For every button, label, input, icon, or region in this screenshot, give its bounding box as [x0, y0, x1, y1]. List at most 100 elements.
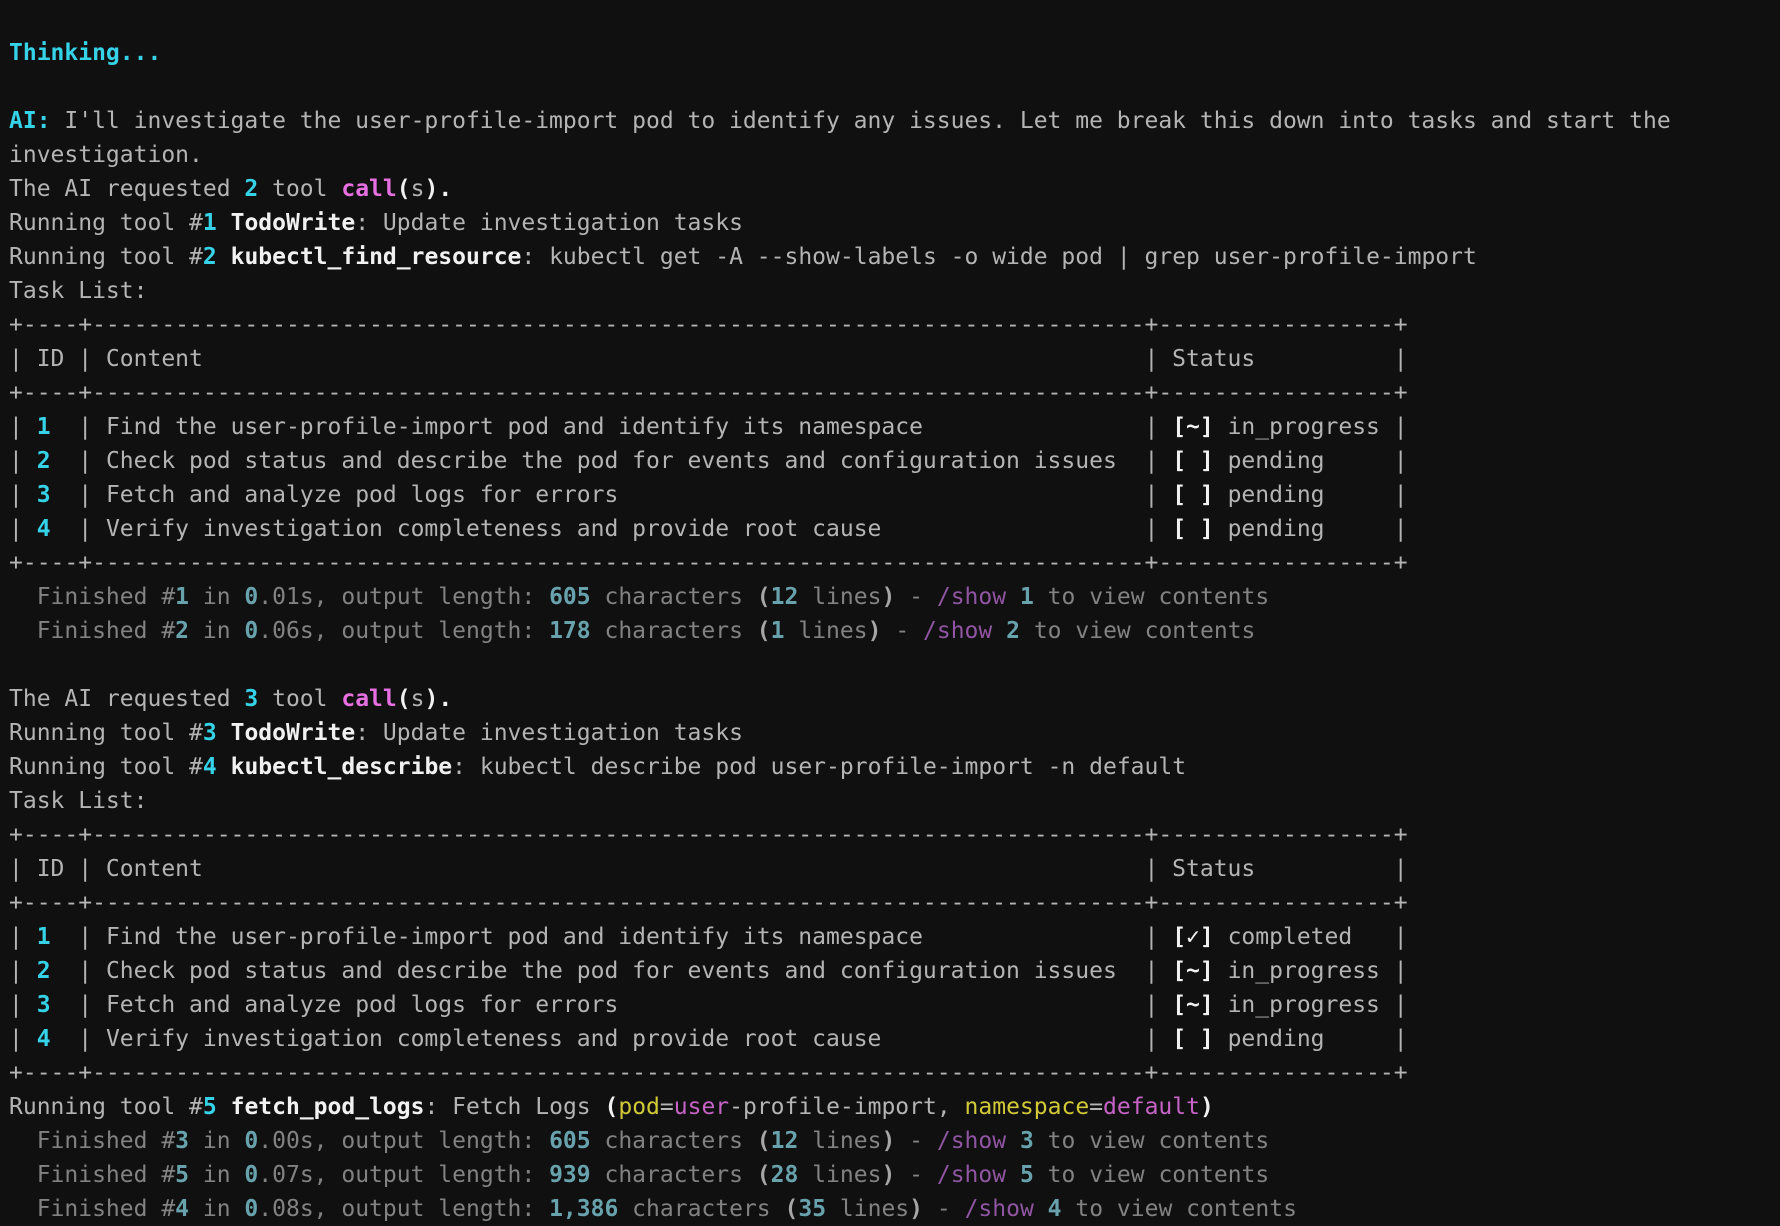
text-segment: Task List: — [9, 788, 147, 814]
text-segment: The AI requested — [9, 176, 244, 202]
terminal-line: AI: I'll investigate the user-profile-im… — [9, 104, 1780, 138]
text-segment: +----+----------------------------------… — [9, 1060, 1408, 1086]
text-segment: Finished # — [9, 1128, 175, 1154]
text-segment: ) — [881, 1162, 895, 1188]
text-segment: | Verify investigation completeness and … — [51, 1026, 1173, 1052]
text-segment — [1006, 1128, 1020, 1154]
text-segment: ) — [909, 1196, 923, 1222]
text-segment: [ ] — [1172, 1026, 1214, 1052]
terminal-output[interactable]: Thinking...AI: I'll investigate the user… — [0, 0, 1780, 1224]
text-segment: | Fetch and analyze pod logs for errors … — [51, 482, 1173, 508]
text-segment: 605 — [549, 1128, 591, 1154]
text-segment: 3 — [203, 720, 217, 746]
text-segment: ) — [1200, 1094, 1214, 1120]
text-segment: Running tool # — [9, 210, 203, 236]
text-segment: | — [9, 1026, 37, 1052]
text-segment: | ID | Content | Status | — [9, 346, 1408, 372]
text-segment: ( — [397, 686, 411, 712]
text-segment: .01s, output length: — [258, 584, 549, 610]
terminal-line: Running tool #2 kubectl_find_resource: k… — [9, 240, 1780, 274]
terminal-line: Running tool #4 kubectl_describe: kubect… — [9, 750, 1780, 784]
text-segment: | Find the user-profile-import pod and i… — [51, 414, 1173, 440]
terminal-line: investigation. — [9, 138, 1780, 172]
text-segment: characters — [591, 618, 757, 644]
text-segment: 3 — [37, 482, 51, 508]
text-segment: | — [9, 448, 37, 474]
text-segment: | ID | Content | Status | — [9, 856, 1408, 882]
text-segment: +----+----------------------------------… — [9, 890, 1408, 916]
text-segment: characters — [591, 1162, 757, 1188]
text-segment: pending | — [1214, 516, 1408, 542]
text-segment: 4 — [203, 754, 217, 780]
text-segment — [217, 754, 231, 780]
text-segment: s — [411, 686, 425, 712]
terminal-line: Finished #5 in 0.07s, output length: 939… — [9, 1158, 1780, 1192]
text-segment: 939 — [549, 1162, 591, 1188]
text-segment: [~] — [1172, 992, 1214, 1018]
text-segment: ( — [757, 584, 771, 610]
text-segment: to view contents — [1020, 618, 1255, 644]
text-segment: | — [9, 924, 37, 950]
text-segment: 4 — [175, 1196, 189, 1222]
text-segment: 2 — [203, 244, 217, 270]
terminal-line: Finished #1 in 0.01s, output length: 605… — [9, 580, 1780, 614]
terminal-line: | 2 | Check pod status and describe the … — [9, 444, 1780, 478]
text-segment: 35 — [798, 1196, 826, 1222]
text-segment: characters — [591, 1128, 757, 1154]
text-segment: - — [895, 1162, 937, 1188]
text-segment: call — [341, 176, 396, 202]
text-segment: 4 — [1048, 1196, 1062, 1222]
text-segment: : Fetch Logs — [424, 1094, 604, 1120]
text-segment: 0 — [244, 1196, 258, 1222]
text-segment: to view contents — [1062, 1196, 1297, 1222]
terminal-line: | 4 | Verify investigation completeness … — [9, 1022, 1780, 1056]
text-segment: 5 — [203, 1094, 217, 1120]
text-segment: +----+----------------------------------… — [9, 550, 1408, 576]
text-segment: Finished # — [9, 1162, 175, 1188]
text-segment: -profile-import, — [729, 1094, 964, 1120]
terminal-line: | 3 | Fetch and analyze pod logs for err… — [9, 478, 1780, 512]
terminal-line: Running tool #3 TodoWrite: Update invest… — [9, 716, 1780, 750]
text-segment: : Update investigation tasks — [355, 210, 743, 236]
text-segment: to view contents — [1034, 1162, 1269, 1188]
text-segment: default — [1103, 1094, 1200, 1120]
text-segment: | Verify investigation completeness and … — [51, 516, 1173, 542]
text-segment: 4 — [37, 1026, 51, 1052]
text-segment: Running tool # — [9, 244, 203, 270]
text-segment: 5 — [175, 1162, 189, 1188]
text-segment: Task List: — [9, 278, 147, 304]
text-segment: TodoWrite — [231, 720, 356, 746]
text-segment: = — [660, 1094, 674, 1120]
text-segment: [ ] — [1172, 482, 1214, 508]
text-segment: 12 — [771, 1128, 799, 1154]
text-segment: completed | — [1214, 924, 1408, 950]
text-segment: 1,386 — [549, 1196, 618, 1222]
terminal-line: +----+----------------------------------… — [9, 1056, 1780, 1090]
text-segment: 0 — [244, 618, 258, 644]
text-segment: 1 — [203, 210, 217, 236]
text-segment: in — [189, 584, 244, 610]
terminal-line: Task List: — [9, 274, 1780, 308]
text-segment: 1 — [37, 924, 51, 950]
text-segment: .08s, output length: — [258, 1196, 549, 1222]
terminal-line: The AI requested 3 tool call(s). — [9, 682, 1780, 716]
text-segment: to view contents — [1034, 584, 1269, 610]
text-segment: 5 — [1020, 1162, 1034, 1188]
text-segment: 3 — [244, 686, 258, 712]
text-segment: /show — [937, 1162, 1006, 1188]
text-segment: lines — [826, 1196, 909, 1222]
text-segment: Running tool # — [9, 720, 203, 746]
text-segment: - — [895, 584, 937, 610]
text-segment: AI: — [9, 108, 51, 134]
text-segment: [~] — [1172, 414, 1214, 440]
text-segment: kubectl_describe — [231, 754, 453, 780]
text-segment: ( — [785, 1196, 799, 1222]
text-segment: | — [9, 482, 37, 508]
text-segment: 1 — [1020, 584, 1034, 610]
terminal-line: | 4 | Verify investigation completeness … — [9, 512, 1780, 546]
terminal-line: The AI requested 2 tool call(s). — [9, 172, 1780, 206]
text-segment: 0 — [244, 584, 258, 610]
terminal-line: | 1 | Find the user-profile-import pod a… — [9, 410, 1780, 444]
text-segment: = — [1089, 1094, 1103, 1120]
text-segment: 605 — [549, 584, 591, 610]
